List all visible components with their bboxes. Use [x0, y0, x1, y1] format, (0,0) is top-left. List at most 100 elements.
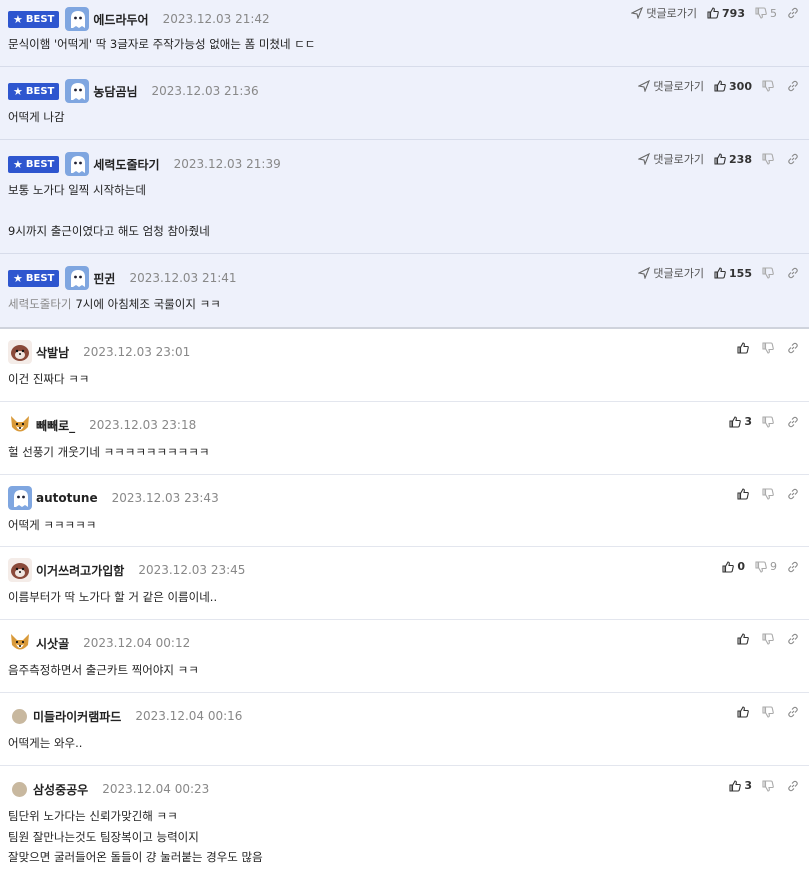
avatar[interactable] — [65, 152, 90, 176]
upvote-count: 793 — [722, 6, 745, 20]
blue-ghost-icon — [65, 79, 90, 103]
share-link-button[interactable] — [787, 488, 799, 500]
author-name[interactable]: 농담곰님 — [93, 83, 137, 100]
author-name[interactable]: 삭발남 — [36, 344, 69, 361]
upvote-button[interactable]: 793 — [707, 7, 745, 20]
downvote-button[interactable] — [762, 415, 777, 428]
best-comment: ★ BEST 핀귄 2023.12.03 21:41 댓글로가기 155 세력도줄… — [0, 254, 809, 327]
avatar[interactable] — [8, 558, 32, 582]
share-link-button[interactable] — [787, 7, 799, 19]
thumbs-up-icon — [714, 153, 726, 165]
comment-actions: 댓글로가기 300 — [638, 78, 799, 94]
comment-body: 세력도줄타기 7시에 아침체조 국룰이지 ㅋㅋ — [8, 297, 221, 311]
upvote-button[interactable] — [737, 342, 752, 354]
upvote-button[interactable] — [737, 706, 752, 718]
thumbs-down-icon — [762, 415, 774, 428]
share-link-button[interactable] — [787, 706, 799, 718]
thumbs-down-icon — [762, 706, 774, 718]
downvote-button[interactable]: 9 — [755, 560, 777, 573]
thumbs-down-icon — [762, 633, 774, 645]
link-icon — [788, 80, 798, 92]
upvote-button[interactable] — [737, 633, 752, 645]
avatar[interactable] — [65, 79, 90, 103]
upvote-button[interactable]: 3 — [729, 415, 752, 428]
thumbs-up-icon — [737, 342, 749, 354]
thumbs-down-icon — [762, 488, 774, 500]
upvote-button[interactable]: 0 — [722, 560, 745, 573]
author-name[interactable]: 빼빼로_ — [36, 417, 75, 434]
share-link-button[interactable] — [787, 780, 799, 792]
author-name[interactable]: 에드라두어 — [93, 11, 148, 28]
upvote-button[interactable] — [737, 488, 752, 500]
comment-actions — [737, 633, 799, 645]
downvote-count: 9 — [770, 560, 777, 573]
reply-link[interactable]: 댓글로가기 — [638, 151, 704, 167]
share-link-button[interactable] — [787, 267, 799, 279]
downvote-button[interactable]: 5 — [755, 7, 777, 20]
share-link-button[interactable] — [787, 153, 799, 165]
comment-actions: 3 — [729, 779, 799, 792]
upvote-button[interactable]: 155 — [714, 267, 752, 280]
avatar[interactable] — [8, 413, 32, 437]
comment-actions: 댓글로가기 155 — [638, 265, 799, 281]
blue-ghost-icon — [65, 7, 90, 31]
avatar[interactable] — [8, 486, 32, 510]
blue-ghost-icon — [65, 266, 90, 290]
mention-link[interactable]: 세력도줄타기 — [8, 297, 71, 311]
avatar[interactable] — [65, 7, 90, 31]
comment-body: 이건 진짜다 ㅋㅋ — [8, 372, 90, 386]
link-icon — [788, 488, 798, 500]
reply-link[interactable]: 댓글로가기 — [631, 5, 697, 21]
link-icon — [788, 706, 798, 718]
downvote-button[interactable] — [762, 633, 777, 645]
author-name[interactable]: 시삿골 — [36, 635, 69, 652]
star-icon: ★ — [13, 84, 23, 98]
upvote-button[interactable]: 238 — [714, 153, 752, 166]
default-avatar-icon[interactable] — [12, 781, 27, 797]
best-comment: ★ BEST 에드라두어 2023.12.03 21:42 댓글로가기 793 5… — [0, 0, 809, 67]
avatar[interactable] — [8, 340, 32, 364]
downvote-button[interactable] — [762, 706, 777, 718]
send-icon — [638, 80, 651, 92]
share-link-button[interactable] — [787, 80, 799, 92]
reply-link[interactable]: 댓글로가기 — [638, 265, 704, 281]
author-name[interactable]: 세력도줄타기 — [93, 156, 159, 173]
thumbs-down-icon — [762, 267, 774, 279]
comment-date: 2023.12.03 21:41 — [129, 271, 237, 285]
downvote-button[interactable] — [762, 779, 777, 792]
author-name[interactable]: 미들라이커램파드 — [33, 708, 121, 725]
share-link-button[interactable] — [787, 342, 799, 354]
thumbs-up-icon — [737, 706, 749, 718]
author-name[interactable]: 이거쓰려고가입함 — [36, 562, 124, 579]
share-link-button[interactable] — [787, 561, 799, 573]
downvote-button[interactable] — [762, 153, 777, 165]
link-icon — [788, 416, 798, 427]
downvote-button[interactable] — [762, 267, 777, 279]
comment-header: 시삿골 2023.12.04 00:12 — [8, 630, 190, 656]
share-link-button[interactable] — [787, 633, 799, 645]
author-name[interactable]: 핀귄 — [93, 270, 115, 287]
corgi-avatar-icon — [8, 631, 32, 655]
author-name[interactable]: autotune — [36, 491, 98, 505]
avatar[interactable] — [65, 266, 90, 290]
thumbs-down-icon — [762, 153, 774, 165]
comment-body: 팀단위 노가다는 신뢰가맞긴해 ㅋㅋ 팀원 잘만나는것도 팀장복이고 능력이지 … — [8, 809, 263, 864]
upvote-button[interactable]: 300 — [714, 80, 752, 93]
downvote-button[interactable] — [762, 488, 777, 500]
send-icon — [631, 7, 644, 19]
avatar[interactable] — [8, 631, 32, 655]
comment-date: 2023.12.04 00:16 — [135, 709, 243, 723]
comment-header: ★ BEST 농담곰님 2023.12.03 21:36 — [8, 78, 259, 104]
downvote-button[interactable] — [762, 80, 777, 92]
downvote-button[interactable] — [762, 342, 777, 354]
author-name[interactable]: 삼성중공우 — [33, 781, 88, 798]
link-icon — [788, 342, 798, 354]
share-link-button[interactable] — [787, 416, 799, 428]
comment-header: autotune 2023.12.03 23:43 — [8, 485, 219, 511]
upvote-button[interactable]: 3 — [729, 779, 752, 792]
comment-date: 2023.12.03 23:01 — [83, 345, 191, 359]
default-avatar-icon[interactable] — [12, 708, 27, 724]
reply-link[interactable]: 댓글로가기 — [638, 78, 704, 94]
comment-header: 빼빼로_ 2023.12.03 23:18 — [8, 412, 196, 438]
upvote-count: 0 — [737, 560, 745, 573]
